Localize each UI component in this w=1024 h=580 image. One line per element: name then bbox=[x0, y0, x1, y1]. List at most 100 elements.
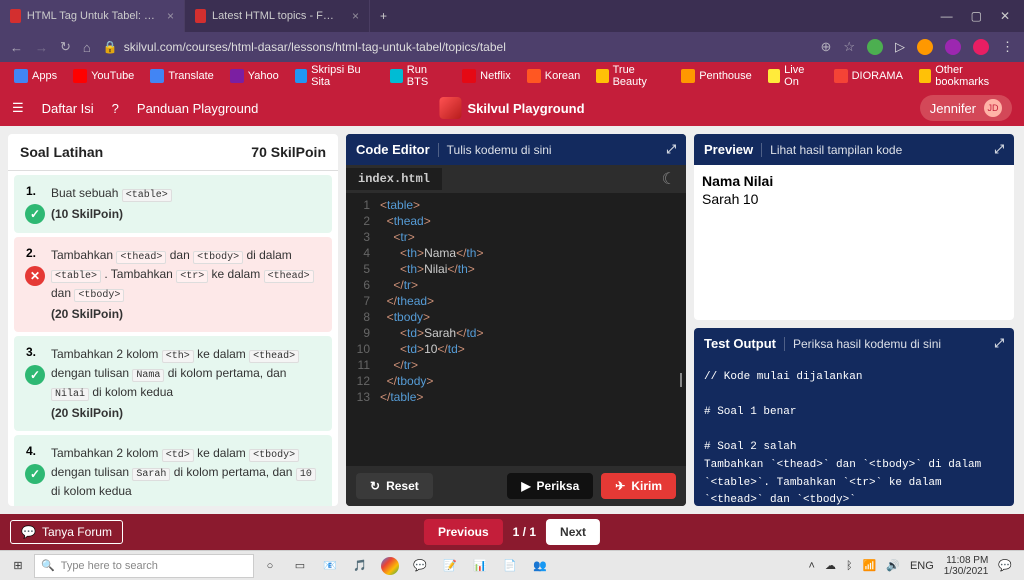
expand-icon[interactable]: ⤢ bbox=[994, 142, 1004, 157]
ext-icon[interactable] bbox=[917, 39, 933, 55]
logo-icon bbox=[439, 97, 461, 119]
notification-icon[interactable]: 💬 bbox=[998, 559, 1012, 572]
taskbar-search[interactable]: 🔍 Type here to search bbox=[34, 554, 254, 578]
app-header: ☰ Daftar Isi ? Panduan Playground Skilvu… bbox=[0, 90, 1024, 126]
test-output-text: // Kode mulai dijalankan # Soal 1 benar … bbox=[694, 359, 1014, 506]
periksa-button[interactable]: ▶ Periksa bbox=[507, 473, 593, 499]
bluetooth-icon[interactable]: ᛒ bbox=[846, 560, 853, 572]
quiz-panel: Soal Latihan 70 SkilPoin 1. ✓ Buat sebua… bbox=[8, 134, 338, 506]
close-icon[interactable]: × bbox=[352, 9, 359, 23]
brand-logo: Skilvul Playground bbox=[439, 97, 584, 119]
bookmark-apps[interactable]: Apps bbox=[8, 67, 63, 85]
line-gutter: 12345678910111213 bbox=[346, 197, 380, 466]
quiz-item-3: 3. ✓ Tambahkan 2 kolom <th> ke dalam <th… bbox=[14, 336, 332, 431]
quiz-points: 70 SkilPoin bbox=[251, 144, 326, 160]
code-text: <table> <thead> <tr> <th>Nama</th> <th>N… bbox=[380, 197, 483, 466]
test-subtitle: Periksa hasil kodemu di sini bbox=[784, 337, 941, 351]
menu-icon[interactable]: ☰ bbox=[12, 100, 24, 116]
next-button[interactable]: Next bbox=[546, 519, 600, 545]
app-icon[interactable]: 📧 bbox=[316, 554, 344, 578]
maximize-icon[interactable]: ▢ bbox=[971, 9, 982, 23]
app-icon[interactable]: 📊 bbox=[466, 554, 494, 578]
app-icon[interactable]: 🎵 bbox=[346, 554, 374, 578]
app-icon[interactable]: 👥 bbox=[526, 554, 554, 578]
daftar-isi-link[interactable]: Daftar Isi bbox=[42, 101, 94, 116]
taskview-icon[interactable]: ▭ bbox=[286, 554, 314, 578]
profile-icon[interactable] bbox=[973, 39, 989, 55]
quiz-list[interactable]: 1. ✓ Buat sebuah <table> (10 SkilPoin) 2… bbox=[8, 171, 338, 506]
browser-tab-2[interactable]: Latest HTML topics - Forum Skilv × bbox=[185, 0, 370, 32]
lang-indicator[interactable]: ENG bbox=[910, 560, 934, 572]
bookmark-item[interactable]: Penthouse bbox=[675, 67, 758, 85]
browser-titlebar: HTML Tag Untuk Tabel: Tabel - Sk × Lates… bbox=[0, 0, 1024, 32]
expand-icon[interactable]: ⤢ bbox=[994, 336, 1004, 351]
favicon-icon bbox=[195, 9, 206, 23]
bookmark-item[interactable]: Yahoo bbox=[224, 67, 285, 85]
ext-icon[interactable] bbox=[867, 39, 883, 55]
app-icon[interactable] bbox=[376, 554, 404, 578]
menu-icon[interactable]: ⋮ bbox=[1001, 39, 1014, 55]
start-icon[interactable]: ⊞ bbox=[4, 554, 32, 578]
quiz-item-4: 4. ✓ Tambahkan 2 kolom <td> ke dalam <tb… bbox=[14, 435, 332, 506]
bookmark-item[interactable]: Skripsi Bu Sita bbox=[289, 62, 381, 90]
tanya-forum-button[interactable]: 💬 Tanya Forum bbox=[10, 520, 123, 544]
other-bookmarks[interactable]: Other bookmarks bbox=[913, 62, 1016, 90]
code-area[interactable]: 12345678910111213 <table> <thead> <tr> <… bbox=[346, 193, 686, 466]
main-content: Soal Latihan 70 SkilPoin 1. ✓ Buat sebua… bbox=[0, 126, 1024, 514]
bookmark-item[interactable]: True Beauty bbox=[590, 62, 671, 90]
user-menu[interactable]: Jennifer JD bbox=[920, 95, 1012, 121]
volume-icon[interactable]: 🔊 bbox=[886, 559, 900, 572]
clock[interactable]: 11:08 PM 1/30/2021 bbox=[944, 555, 989, 577]
lock-icon: 🔒 bbox=[103, 40, 118, 54]
forward-icon[interactable]: → bbox=[35, 40, 48, 55]
kirim-button[interactable]: ✈ Kirim bbox=[601, 473, 676, 499]
url-text: skilvul.com/courses/html-dasar/lessons/h… bbox=[124, 40, 506, 54]
wifi-icon[interactable]: 📶 bbox=[863, 559, 877, 572]
expand-icon[interactable]: ⤢ bbox=[666, 142, 676, 157]
star-icon[interactable]: ☆ bbox=[843, 39, 855, 55]
bookmark-item[interactable]: Translate bbox=[144, 67, 219, 85]
cursor-icon[interactable]: ▷ bbox=[895, 39, 905, 55]
address-bar: ← → ↻ ⌂ 🔒 skilvul.com/courses/html-dasar… bbox=[0, 32, 1024, 62]
cloud-icon[interactable]: ☁ bbox=[825, 559, 836, 572]
app-icon[interactable]: 📝 bbox=[436, 554, 464, 578]
file-tab[interactable]: index.html bbox=[346, 168, 442, 190]
new-tab-button[interactable]: + bbox=[370, 9, 397, 23]
favicon-icon bbox=[10, 9, 21, 23]
bookmark-item[interactable]: Run BTS bbox=[384, 62, 452, 90]
bookmark-item[interactable]: Live On bbox=[762, 62, 824, 90]
theme-toggle-icon[interactable]: ☾ bbox=[652, 169, 686, 189]
bookmark-item[interactable]: DIORAMA bbox=[828, 67, 909, 85]
close-icon[interactable]: × bbox=[167, 9, 174, 23]
bookmark-item[interactable]: Korean bbox=[521, 67, 586, 85]
cortana-icon[interactable]: ○ bbox=[256, 554, 284, 578]
panduan-link[interactable]: Panduan Playground bbox=[137, 101, 258, 116]
reset-button[interactable]: ↻ Reset bbox=[356, 473, 433, 499]
back-icon[interactable]: ← bbox=[10, 40, 23, 55]
preview-title: Preview bbox=[704, 142, 753, 157]
tab-title: HTML Tag Untuk Tabel: Tabel - Sk bbox=[27, 10, 155, 22]
previous-button[interactable]: Previous bbox=[424, 519, 503, 545]
browser-tab-1[interactable]: HTML Tag Untuk Tabel: Tabel - Sk × bbox=[0, 0, 185, 32]
home-icon[interactable]: ⌂ bbox=[83, 40, 91, 55]
url-field[interactable]: 🔒 skilvul.com/courses/html-dasar/lessons… bbox=[103, 40, 809, 54]
close-window-icon[interactable]: ✕ bbox=[1000, 9, 1010, 23]
tray-chevron-icon[interactable]: ˄ bbox=[809, 560, 815, 572]
check-icon: ✓ bbox=[25, 365, 45, 385]
check-icon: ✓ bbox=[25, 204, 45, 224]
search-icon[interactable]: ⊕ bbox=[820, 39, 831, 55]
bookmarks-bar: Apps YouTube Translate Yahoo Skripsi Bu … bbox=[0, 62, 1024, 90]
avatar: JD bbox=[984, 99, 1002, 117]
app-icon[interactable]: 📄 bbox=[496, 554, 524, 578]
page-indicator: 1 / 1 bbox=[513, 525, 536, 539]
code-editor-panel: Code Editor Tulis kodemu di sini ⤢ index… bbox=[346, 134, 686, 506]
app-icon[interactable]: 💬 bbox=[406, 554, 434, 578]
bookmark-item[interactable]: YouTube bbox=[67, 67, 140, 85]
preview-content: Nama Nilai Sarah 10 bbox=[694, 165, 1014, 320]
lesson-footer: 💬 Tanya Forum Previous 1 / 1 Next bbox=[0, 514, 1024, 550]
test-output-panel: Test Output Periksa hasil kodemu di sini… bbox=[694, 328, 1014, 506]
reload-icon[interactable]: ↻ bbox=[60, 39, 71, 55]
minimize-icon[interactable]: — bbox=[941, 9, 953, 23]
ext-icon[interactable] bbox=[945, 39, 961, 55]
bookmark-item[interactable]: Netflix bbox=[456, 67, 517, 85]
